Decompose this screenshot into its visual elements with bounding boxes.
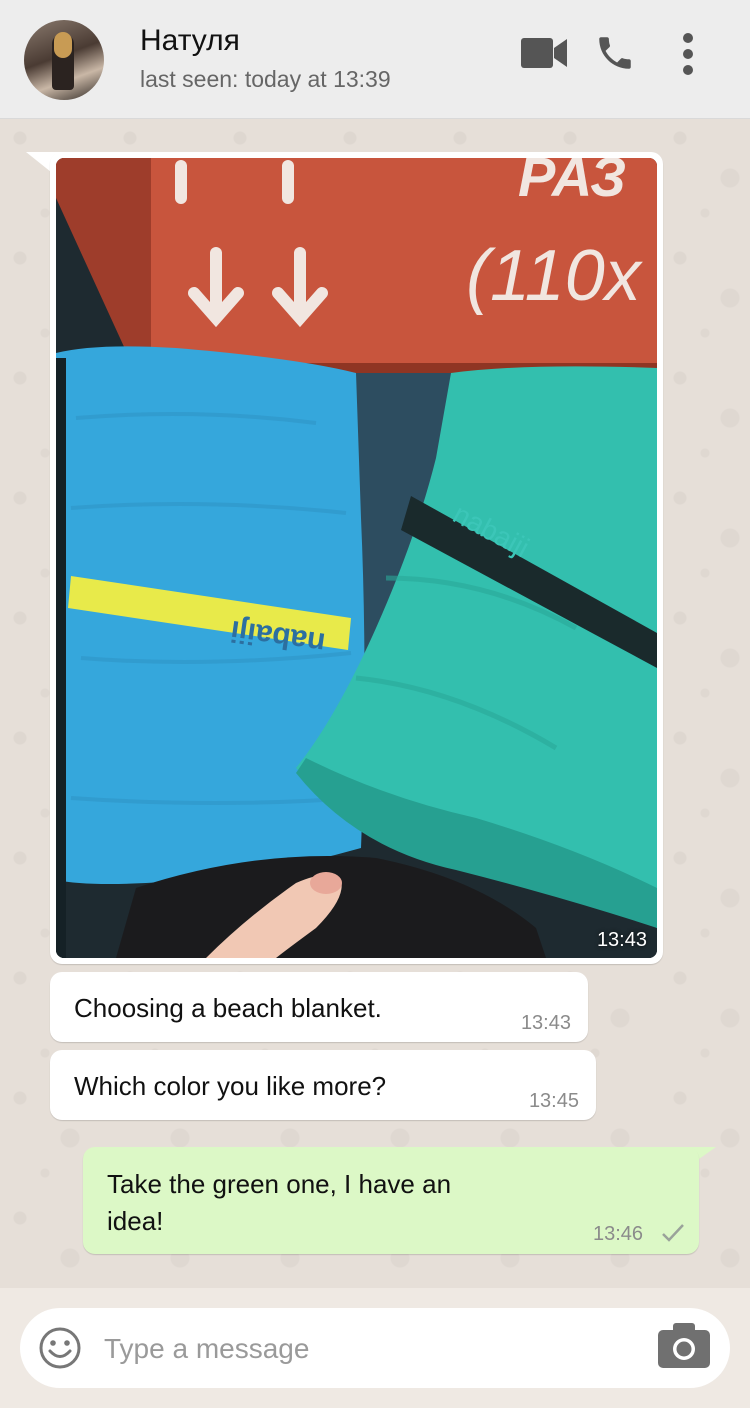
message-photo[interactable]: РАЗ (110х nabaiji nabaiji 13:43 [56,158,657,958]
more-menu-icon[interactable] [676,32,700,76]
photo-timestamp: 13:43 [596,929,647,951]
message-timestamp: 13:45 [528,1090,579,1112]
contact-name[interactable]: Натуля [140,24,240,58]
sign-text-1: РАЗ [518,158,626,208]
incoming-message-bubble[interactable]: Which color you like more? 13:45 [50,1050,596,1120]
message-text-line1: Take the green one, I have an [107,1169,452,1199]
composer-pill [20,1308,730,1388]
contact-avatar[interactable] [24,20,104,100]
emoji-icon[interactable] [38,1326,82,1370]
message-timestamp: 13:46 [593,1223,644,1245]
last-seen-status: last seen: today at 13:39 [140,66,391,92]
sign-text-2: (110х [466,236,644,316]
composer-bar [0,1288,750,1408]
message-input[interactable] [102,1328,646,1370]
message-text: Choosing a beach blanket. [74,993,382,1023]
check-icon [662,1224,684,1242]
photo-towels-image: РАЗ (110х nabaiji nabaiji [56,158,657,958]
message-timestamp: 13:43 [520,1012,571,1034]
chat-header: Натуля last seen: today at 13:39 [0,0,750,119]
incoming-message-bubble[interactable]: Choosing a beach blanket. 13:43 [50,972,588,1042]
camera-icon[interactable] [656,1320,712,1370]
voice-call-icon[interactable] [594,32,636,74]
outgoing-message-bubble[interactable]: Take the green one, I have an idea! 13:4… [83,1147,699,1254]
message-text-line2: idea! [107,1206,164,1236]
video-call-icon[interactable] [520,36,568,70]
message-text: Which color you like more? [74,1071,387,1101]
